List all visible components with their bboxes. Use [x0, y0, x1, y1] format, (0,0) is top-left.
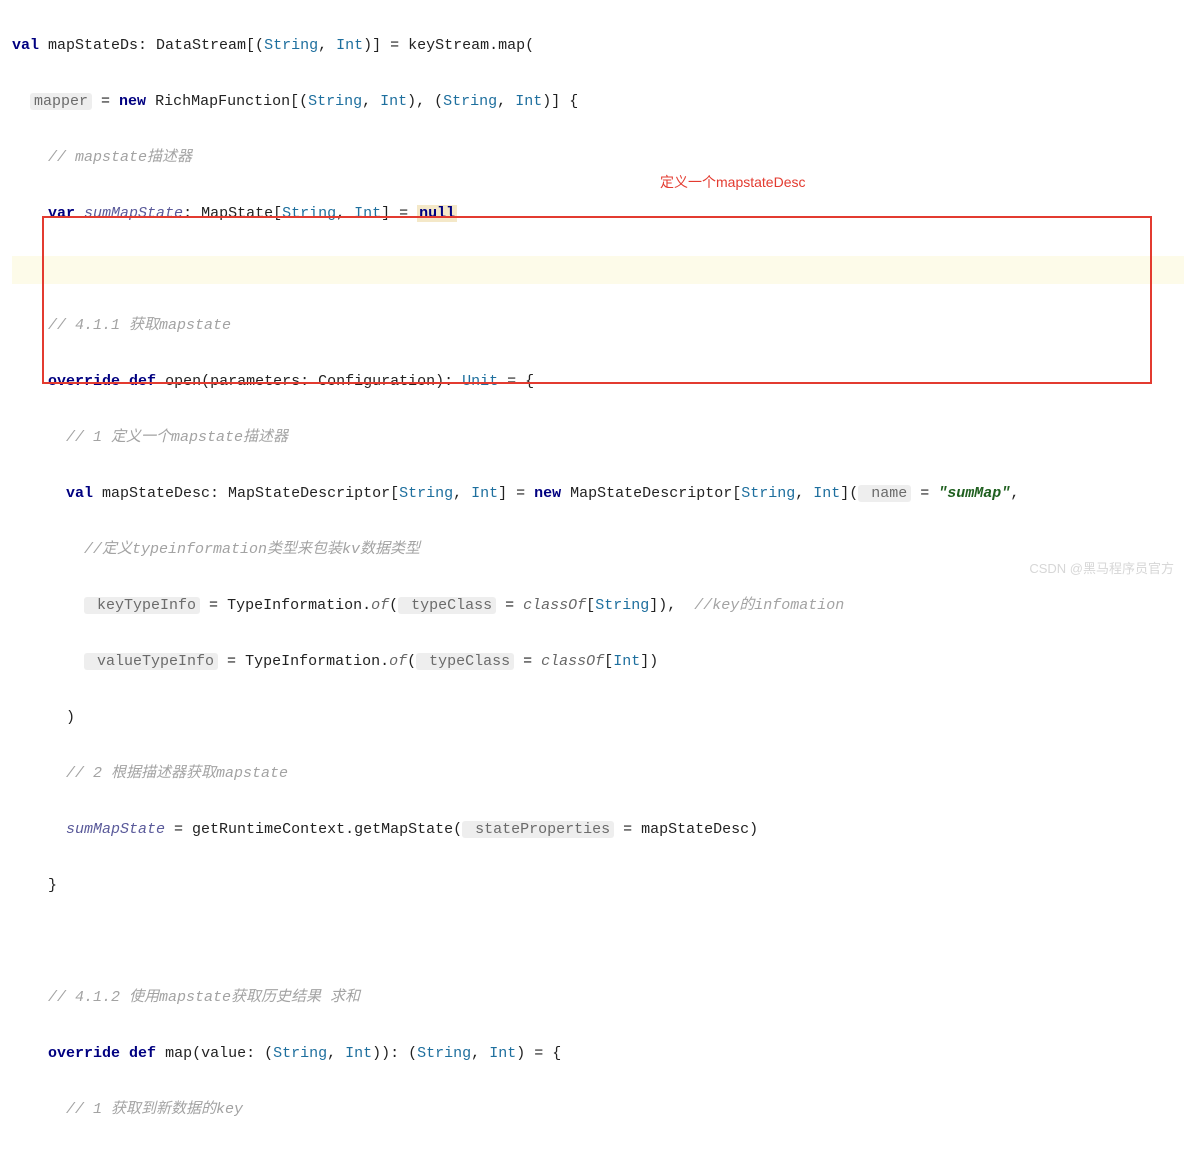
code-line-highlighted — [12, 256, 1184, 284]
code-line: valueTypeInfo = TypeInformation.of( type… — [12, 648, 1184, 676]
code-line: mapper = new RichMapFunction[(String, In… — [12, 88, 1184, 116]
code-line: // 4.1.1 获取mapstate — [12, 312, 1184, 340]
code-line: //定义typeinformation类型来包装kv数据类型 — [12, 536, 1184, 564]
code-line: override def map(value: (String, Int)): … — [12, 1040, 1184, 1068]
code-line: sumMapState = getRuntimeContext.getMapSt… — [12, 816, 1184, 844]
keyword-val: val — [12, 37, 39, 54]
code-line: ) — [12, 704, 1184, 732]
param-hint: typeClass — [398, 597, 496, 614]
code-line: // 2 根据描述器获取mapstate — [12, 760, 1184, 788]
annotation-label: 定义一个mapstateDesc — [660, 168, 805, 196]
param-hint: typeClass — [416, 653, 514, 670]
code-block: val mapStateDs: DataStream[(String, Int)… — [0, 0, 1184, 1152]
param-hint: stateProperties — [462, 821, 614, 838]
param-hint: name — [858, 485, 911, 502]
watermark-text: CSDN @黑马程序员官方 — [1029, 555, 1174, 583]
param-hint: keyTypeInfo — [84, 597, 200, 614]
code-line — [12, 928, 1184, 956]
code-line: // 4.1.2 使用mapstate获取历史结果 求和 — [12, 984, 1184, 1012]
code-line: // 1 定义一个mapstate描述器 — [12, 424, 1184, 452]
code-line: val mapStateDesc: MapStateDescriptor[Str… — [12, 480, 1184, 508]
code-line: } — [12, 872, 1184, 900]
code-line: var sumMapState: MapState[String, Int] =… — [12, 200, 1184, 228]
code-line: // mapstate描述器 — [12, 144, 1184, 172]
code-line: // 1 获取到新数据的key — [12, 1096, 1184, 1124]
param-hint: valueTypeInfo — [84, 653, 218, 670]
code-line: val mapStateDs: DataStream[(String, Int)… — [12, 32, 1184, 60]
param-hint: mapper — [30, 93, 92, 110]
code-line: keyTypeInfo = TypeInformation.of( typeCl… — [12, 592, 1184, 620]
code-line: override def open(parameters: Configurat… — [12, 368, 1184, 396]
